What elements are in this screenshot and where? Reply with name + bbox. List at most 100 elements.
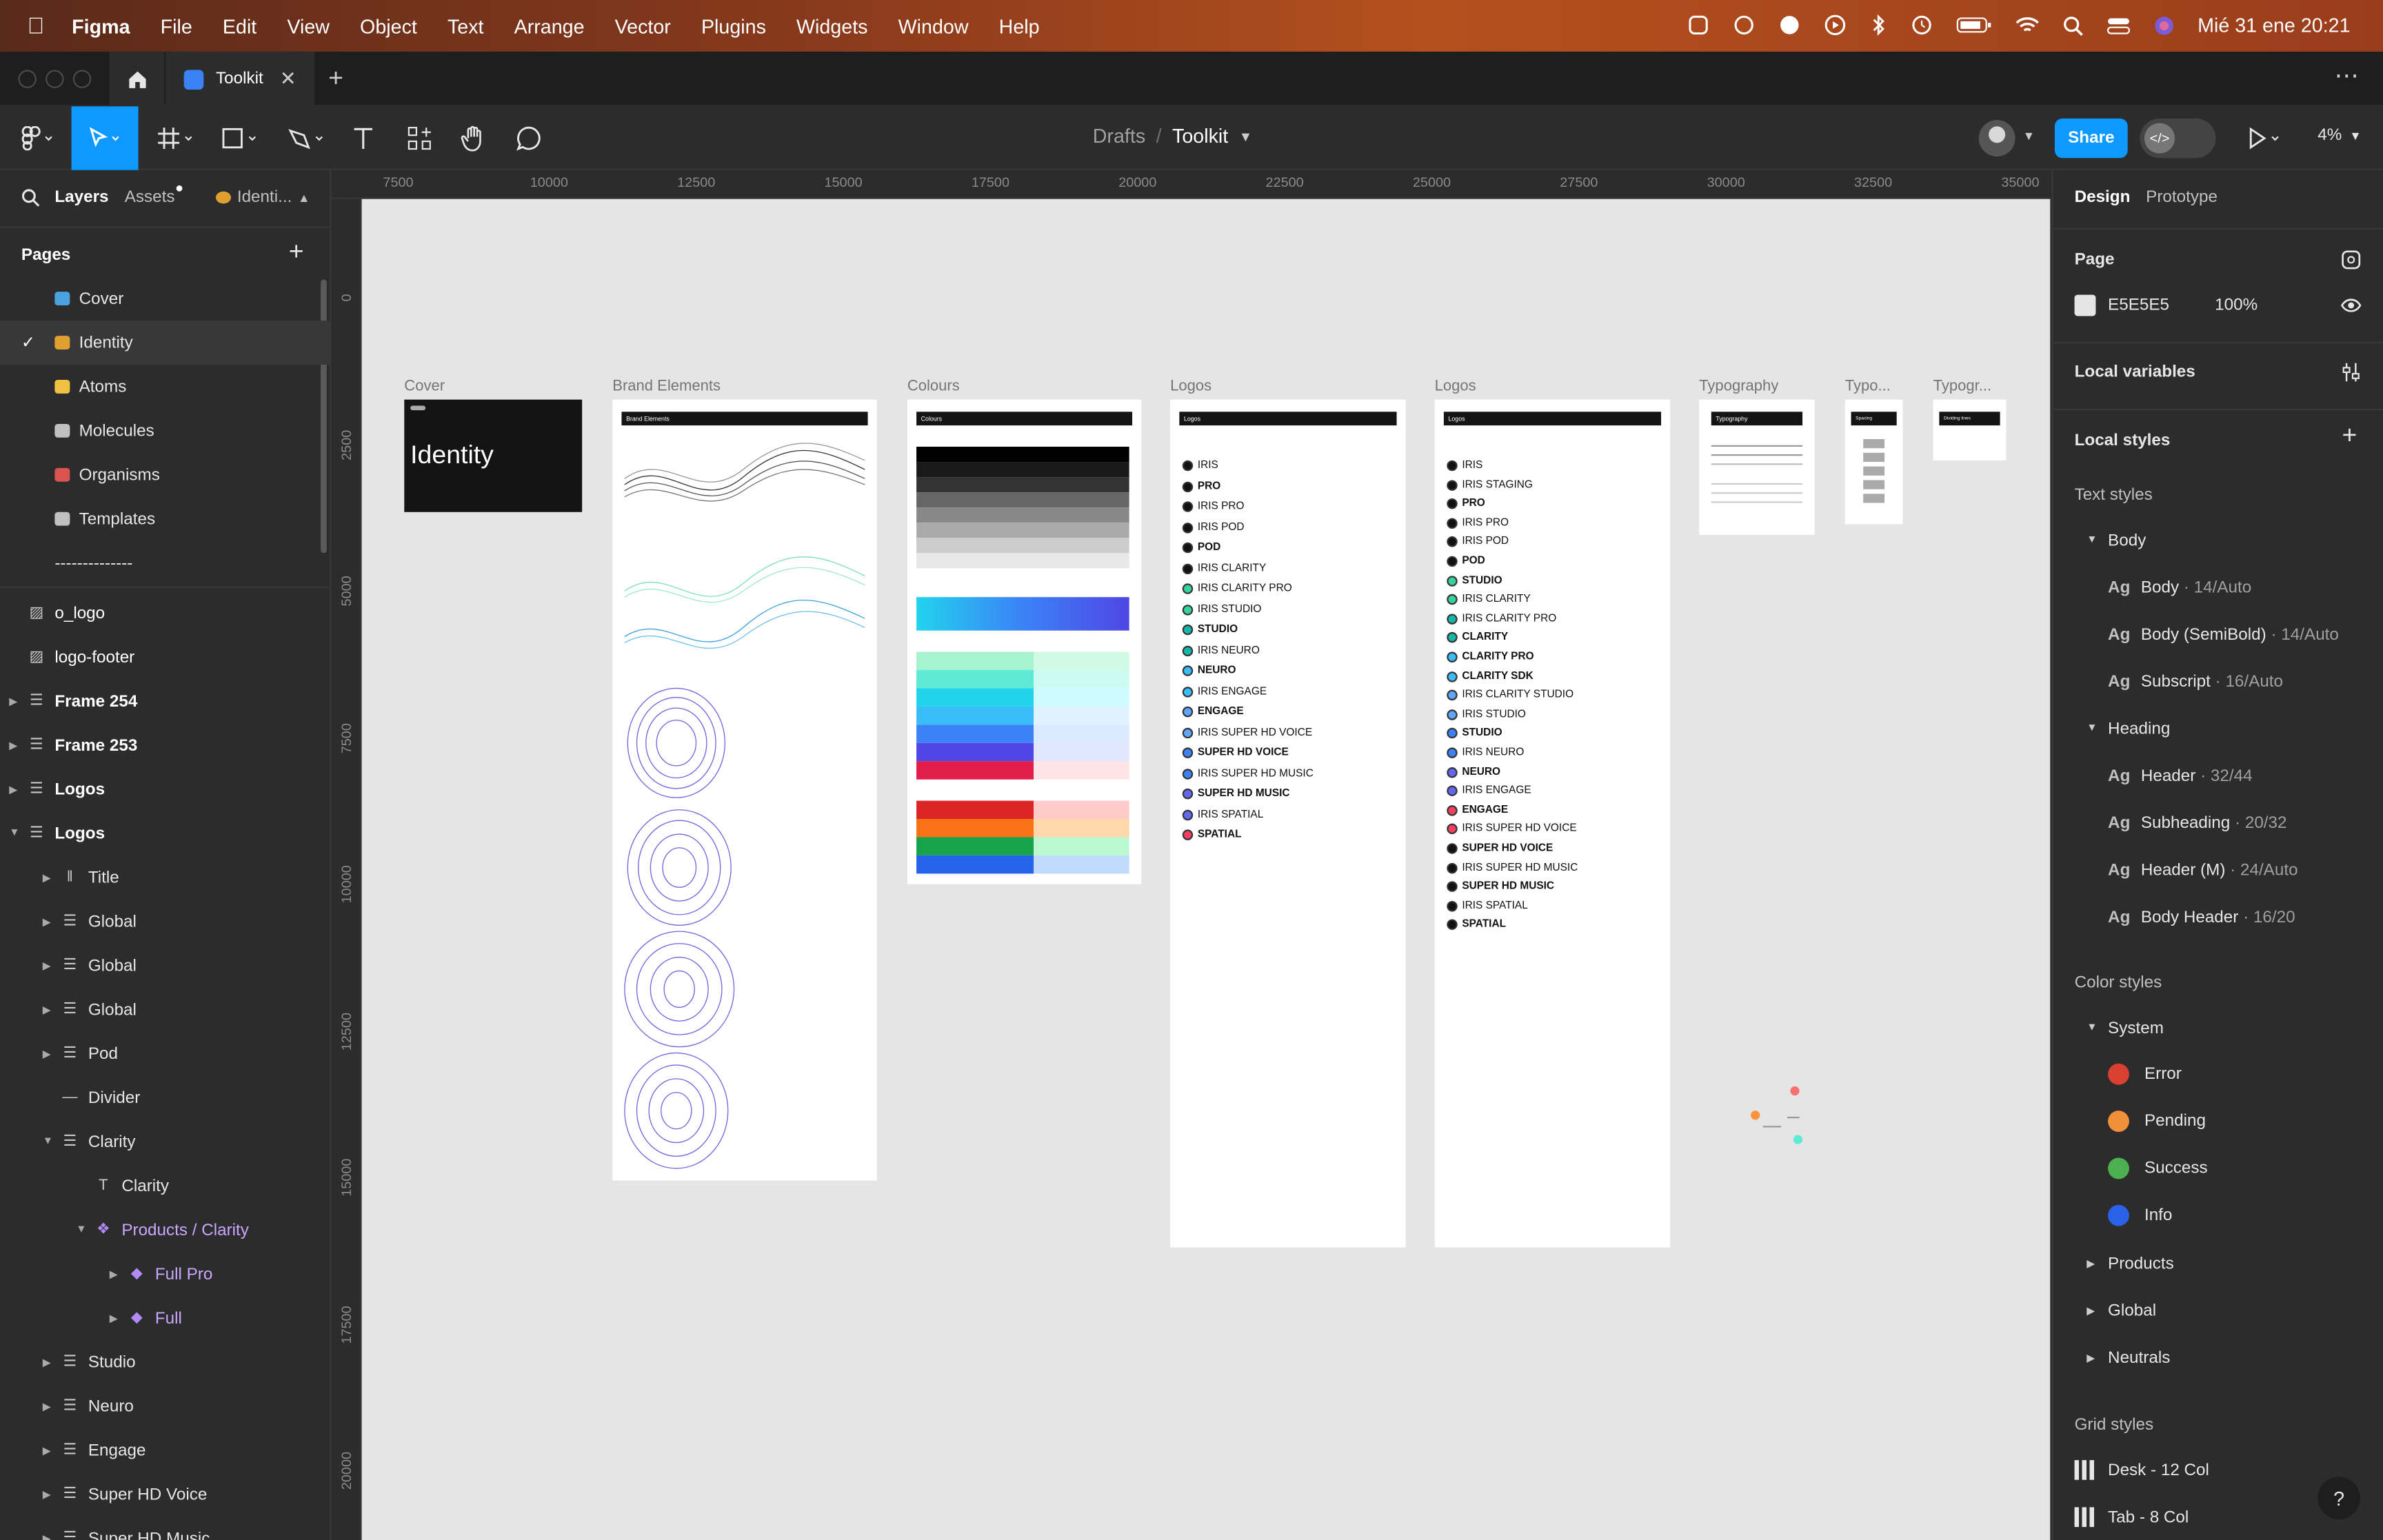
caret-right-icon[interactable]: ▶ xyxy=(110,1268,118,1280)
eye-icon[interactable] xyxy=(2340,296,2362,314)
group-caret-icon[interactable]: ▼ xyxy=(2087,535,2097,545)
group-caret-right-icon[interactable]: ▶ xyxy=(2087,1258,2095,1270)
avatar[interactable] xyxy=(1978,120,2015,157)
frame-label-logos-2[interactable]: Logos xyxy=(1435,378,1476,395)
page-item[interactable]: Atoms xyxy=(0,365,330,409)
caret-right-icon[interactable]: ▶ xyxy=(43,1400,51,1412)
layer-row[interactable]: ▼ ☰ Clarity xyxy=(0,1119,330,1164)
color-style-group[interactable]: Neutrals xyxy=(2108,1349,2170,1367)
menu-help[interactable]: Help xyxy=(999,14,1040,37)
layer-row[interactable]: ▶ ☰ Frame 253 xyxy=(0,723,330,767)
caret-right-icon[interactable]: ▶ xyxy=(9,695,17,707)
frame-label-dividing-lines[interactable]: Typogr... xyxy=(1933,378,2007,395)
control-center-icon[interactable] xyxy=(2107,14,2131,36)
play-circle-icon[interactable] xyxy=(1824,14,1847,37)
menu-object[interactable]: Object xyxy=(360,14,417,37)
page-item[interactable]: Cover xyxy=(0,276,330,321)
colours-frame[interactable]: Colours xyxy=(907,399,1142,884)
layer-row[interactable]: T Clarity xyxy=(0,1164,330,1208)
cover-frame[interactable]: Identity xyxy=(404,399,583,512)
caret-right-icon[interactable]: ▶ xyxy=(9,783,17,795)
tab-assets[interactable]: Assets xyxy=(125,188,175,206)
creative-cloud-icon[interactable] xyxy=(1778,14,1801,37)
text-style-item[interactable]: Ag Header · 32/44 xyxy=(2108,767,2366,785)
apple-icon[interactable]:  xyxy=(28,13,45,39)
menu-vector[interactable]: Vector xyxy=(615,14,671,37)
canvas[interactable]: Cover Identity Brand Elements Brand Elem… xyxy=(361,199,2051,1540)
search-icon[interactable] xyxy=(21,188,40,207)
caret-right-icon[interactable]: ▶ xyxy=(43,1356,51,1368)
page-item[interactable]: ✓ Identity xyxy=(0,321,330,365)
frame-tool-button[interactable] xyxy=(149,106,203,170)
layer-row[interactable]: ▶ ◆ Full xyxy=(0,1296,330,1340)
tab-layers[interactable]: Layers xyxy=(54,188,108,206)
menu-file[interactable]: File xyxy=(161,14,192,37)
color-style-item[interactable]: Info xyxy=(2108,1204,2172,1226)
hand-tool-button[interactable] xyxy=(453,106,496,170)
frame-label-brand-elements[interactable]: Brand Elements xyxy=(612,378,721,395)
move-tool-button[interactable] xyxy=(71,106,139,170)
color-group-system[interactable]: System xyxy=(2108,1020,2164,1037)
layer-row[interactable]: ▶ ☰ Engage xyxy=(0,1428,330,1472)
layer-row[interactable]: ▶ ☰ Global xyxy=(0,944,330,988)
layer-row[interactable]: ▶ ☰ Logos xyxy=(0,767,330,811)
caret-right-icon[interactable]: ▶ xyxy=(43,915,51,927)
system-group-caret-icon[interactable]: ▼ xyxy=(2087,1022,2097,1033)
siri-icon[interactable] xyxy=(2153,14,2175,36)
menu-plugins[interactable]: Plugins xyxy=(701,14,766,37)
close-tab-icon[interactable]: ✕ xyxy=(280,67,296,91)
text-style-item[interactable]: Ag Subscript · 16/Auto xyxy=(2108,673,2366,691)
chevron-down-icon[interactable]: ▼ xyxy=(1239,128,1253,143)
time-machine-icon[interactable] xyxy=(1911,14,1933,37)
layer-row[interactable]: ▶ ‖ Title xyxy=(0,855,330,900)
menu-edit[interactable]: Edit xyxy=(223,14,257,37)
layer-row[interactable]: — Divider xyxy=(0,1075,330,1119)
present-button[interactable] xyxy=(2246,126,2286,155)
window-zoom-button[interactable] xyxy=(72,70,92,88)
menu-app-name[interactable]: Figma xyxy=(72,14,130,37)
layer-row[interactable]: ▶ ☰ Neuro xyxy=(0,1384,330,1428)
caret-down-icon[interactable]: ▼ xyxy=(9,828,19,838)
dividing-lines-frame[interactable]: Dividing lines xyxy=(1933,399,2007,460)
text-style-item[interactable]: Ag Body (SemiBold) · 14/Auto xyxy=(2108,626,2366,644)
layer-row[interactable]: ▶ ☰ Global xyxy=(0,988,330,1032)
share-button[interactable]: Share xyxy=(2054,118,2128,159)
layer-row[interactable]: ▶ ☰ Frame 254 xyxy=(0,679,330,723)
menu-window[interactable]: Window xyxy=(898,14,969,37)
frame-label-logos-1[interactable]: Logos xyxy=(1170,378,1211,395)
file-name[interactable]: Toolkit xyxy=(1172,125,1228,148)
text-style-item[interactable]: Ag Body · 14/Auto xyxy=(2108,579,2366,597)
file-tab[interactable]: Toolkit ✕ xyxy=(165,51,315,107)
caret-down-icon[interactable]: ▼ xyxy=(76,1224,86,1235)
text-style-item[interactable]: Ag Body Header · 16/20 xyxy=(2108,909,2366,926)
page-item[interactable]: -------------- xyxy=(0,541,330,585)
menu-arrange[interactable]: Arrange xyxy=(514,14,585,37)
grid-style-item[interactable]: Desk - 12 Col xyxy=(2074,1460,2209,1480)
group-caret-icon[interactable]: ▼ xyxy=(2087,723,2097,733)
text-tool-button[interactable] xyxy=(343,106,383,170)
sync-icon[interactable] xyxy=(1733,14,1756,37)
avatar-chevron-icon[interactable]: ▼ xyxy=(2023,129,2035,143)
window-minimize-button[interactable] xyxy=(46,70,64,88)
group-caret-right-icon[interactable]: ▶ xyxy=(2087,1352,2095,1364)
add-style-icon[interactable]: + xyxy=(2342,421,2357,452)
help-button[interactable]: ? xyxy=(2317,1477,2360,1520)
main-menu-button[interactable] xyxy=(9,106,63,170)
page-item[interactable]: Molecules xyxy=(0,409,330,453)
tab-prototype[interactable]: Prototype xyxy=(2146,188,2218,206)
frame-label-colours[interactable]: Colours xyxy=(907,378,960,395)
menu-view[interactable]: View xyxy=(287,14,330,37)
layer-row[interactable]: ▶ ☰ Super HD Voice xyxy=(0,1472,330,1517)
color-style-item[interactable]: Pending xyxy=(2108,1111,2206,1133)
local-variables-title[interactable]: Local variables xyxy=(2075,363,2195,381)
caret-right-icon[interactable]: ▶ xyxy=(43,1048,51,1060)
frame-label-typography[interactable]: Typography xyxy=(1699,378,1778,395)
grid-style-item[interactable]: Tab - 8 Col xyxy=(2074,1507,2189,1528)
caret-right-icon[interactable]: ▶ xyxy=(43,1532,51,1540)
page-color-hex[interactable]: E5E5E5 xyxy=(2108,296,2169,314)
layer-row[interactable]: ▶ ☰ Global xyxy=(0,900,330,944)
add-page-icon[interactable]: + xyxy=(289,237,304,267)
clock[interactable]: Mié 31 ene 20:21 xyxy=(2198,14,2350,37)
page-color-opacity[interactable]: 100% xyxy=(2215,296,2258,314)
group-caret-right-icon[interactable]: ▶ xyxy=(2087,1305,2095,1317)
